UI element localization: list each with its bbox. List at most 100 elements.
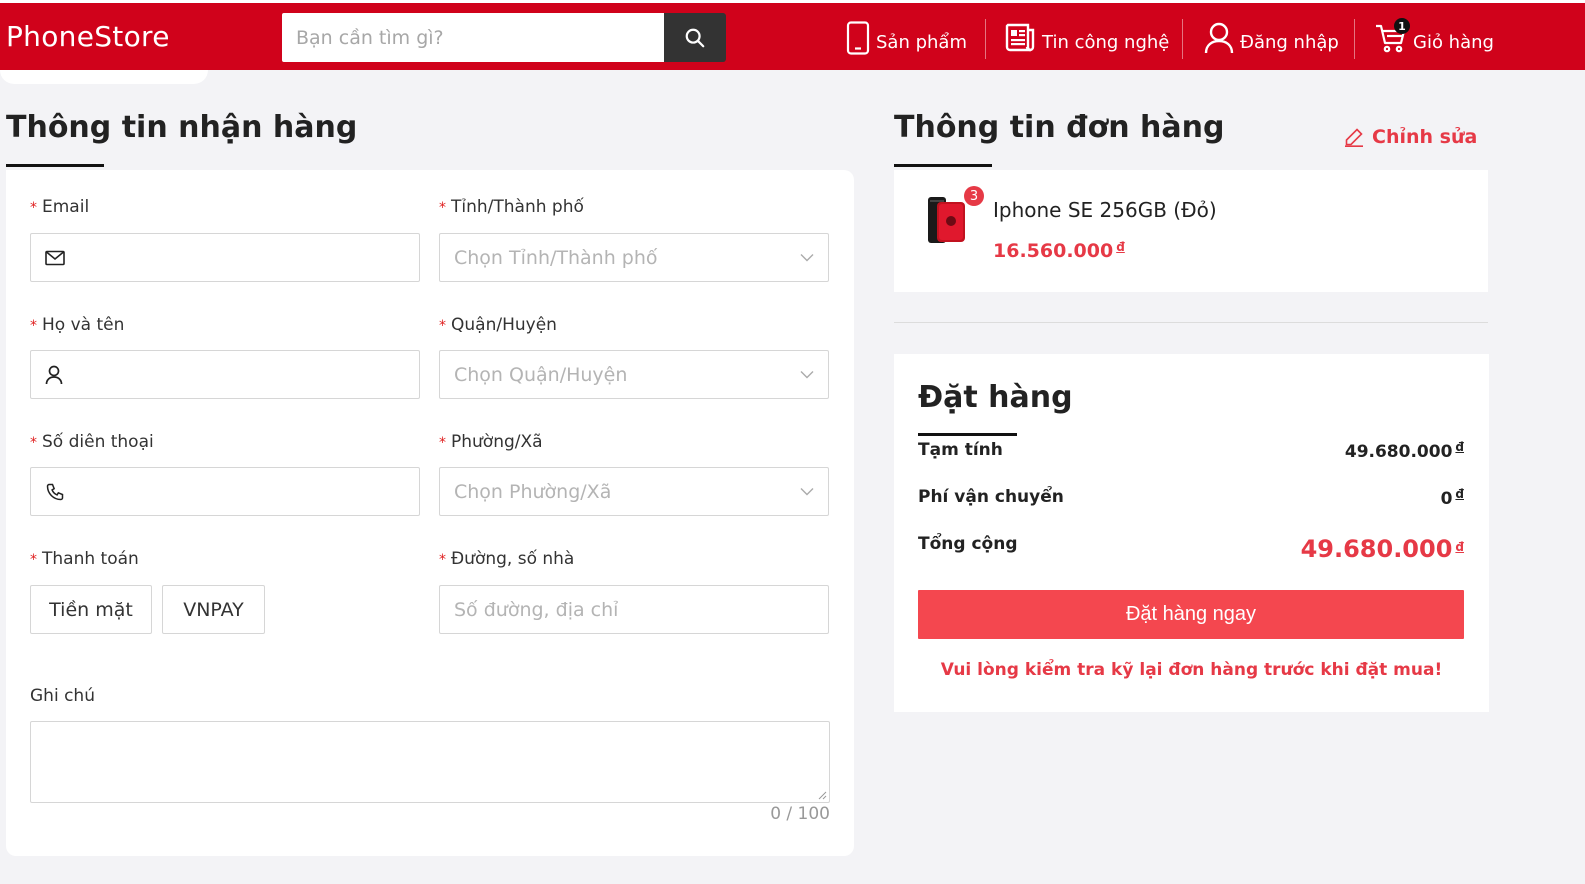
street-label: * Đường, số nhà: [439, 549, 574, 569]
nav-products[interactable]: Sản phẩm: [846, 17, 967, 59]
phone-icon: [846, 21, 870, 55]
district-select[interactable]: Chọn Quận/Huyện: [439, 350, 829, 399]
nav-tech-news[interactable]: Tin công nghệ: [1004, 17, 1169, 59]
phone-handset-icon: [46, 483, 64, 500]
province-select[interactable]: Chọn Tỉnh/Thành phố: [439, 233, 829, 282]
checkout-summary: Đặt hàng Tạm tính 49.680.000 đ Phí vận ch…: [894, 354, 1489, 712]
name-label-text: Họ và tên: [42, 315, 125, 335]
chevron-down-icon: [800, 488, 814, 496]
name-label: * Họ và tên: [30, 315, 124, 335]
currency-symbol: đ: [1455, 540, 1464, 554]
phone-field[interactable]: [30, 467, 420, 516]
checkout-title: Đặt hàng: [918, 380, 1073, 415]
currency-symbol: đ: [1116, 240, 1125, 254]
nav-cart-label: Giỏ hàng: [1413, 31, 1494, 53]
nav-login[interactable]: Đăng nhập: [1204, 17, 1339, 59]
nav-divider: [985, 19, 986, 59]
subtotal-amount: 49.680.000: [1344, 442, 1453, 462]
ward-select[interactable]: Chọn Phường/Xã: [439, 467, 829, 516]
search-input[interactable]: [282, 13, 664, 62]
mail-icon: [45, 250, 65, 265]
product-thumbnail[interactable]: [924, 194, 968, 246]
required-mark: *: [439, 200, 446, 216]
product-price-value: 16.560.000: [993, 240, 1114, 262]
currency-symbol: đ: [1455, 487, 1464, 501]
currency-symbol: đ: [1455, 440, 1464, 454]
title-underline: [918, 433, 1017, 436]
note-label: Ghi chú: [30, 686, 95, 706]
province-label: * Tỉnh/Thành phố: [439, 197, 584, 217]
title-underline: [894, 164, 992, 167]
ward-label-text: Phường/Xã: [451, 432, 543, 452]
cart-icon-wrap: 1: [1375, 18, 1410, 53]
phone-label-text: Số diên thoại: [42, 432, 154, 452]
ward-placeholder: Chọn Phường/Xã: [454, 480, 612, 503]
tab-stub: [0, 70, 208, 84]
required-mark: *: [30, 200, 37, 216]
province-label-text: Tỉnh/Thành phố: [451, 197, 584, 217]
required-mark: *: [439, 435, 446, 451]
nav-products-label: Sản phẩm: [876, 31, 967, 53]
payment-vnpay-button[interactable]: VNPAY: [162, 585, 265, 634]
divider: [894, 322, 1488, 323]
order-warning-text: Vui lòng kiểm tra kỹ lại đơn hàng trước …: [940, 660, 1443, 680]
required-mark: *: [30, 552, 37, 568]
total-value: 49.680.000 đ: [1301, 535, 1464, 563]
street-label-text: Đường, số nhà: [451, 549, 575, 569]
cart-count-badge: 1: [1394, 18, 1410, 34]
email-label-text: Email: [42, 197, 90, 217]
shipping-label: Phí vận chuyển: [918, 487, 1064, 507]
user-icon: [45, 365, 63, 384]
email-field[interactable]: [30, 233, 420, 282]
district-placeholder: Chọn Quận/Huyện: [454, 363, 628, 386]
cart-product-item: 3 Iphone SE 256GB (Đỏ) 16.560.000 đ: [894, 170, 1488, 292]
total-label: Tổng cộng: [918, 534, 1018, 554]
edit-label: Chỉnh sửa: [1372, 126, 1478, 148]
logo[interactable]: PhoneStore: [6, 20, 170, 53]
product-name[interactable]: Iphone SE 256GB (Đỏ): [993, 198, 1217, 222]
resize-handle-icon: [818, 791, 827, 800]
note-textarea[interactable]: [30, 721, 830, 803]
ward-label: * Phường/Xã: [439, 432, 543, 452]
search-bar: [282, 13, 726, 62]
district-label-text: Quận/Huyện: [451, 315, 557, 335]
required-mark: *: [30, 435, 37, 451]
title-underline: [6, 164, 104, 167]
nav-cart[interactable]: 1 Giỏ hàng: [1375, 17, 1494, 59]
delivery-form: * Email * Họ và tên * Số diên thoại * Thanh …: [6, 170, 854, 856]
nav-divider: [1182, 19, 1183, 59]
user-icon: [1204, 22, 1234, 54]
total-amount: 49.680.000: [1300, 535, 1453, 563]
nav-login-label: Đăng nhập: [1240, 31, 1339, 53]
province-placeholder: Chọn Tỉnh/Thành phố: [454, 246, 658, 269]
required-mark: *: [30, 318, 37, 334]
nav-divider: [1354, 19, 1355, 59]
order-info-title: Thông tin đơn hàng: [894, 110, 1225, 145]
chevron-down-icon: [800, 254, 814, 262]
shipping-value: 0đ: [1441, 487, 1464, 509]
street-placeholder: Số đường, địa chỉ: [454, 598, 619, 621]
news-icon: [1005, 23, 1035, 52]
product-price: 16.560.000 đ: [993, 240, 1125, 262]
street-field[interactable]: Số đường, địa chỉ: [439, 585, 829, 634]
note-char-counter: 0 / 100: [770, 804, 830, 824]
edit-order-link[interactable]: Chỉnh sửa: [1344, 126, 1477, 148]
nav-tech-news-label: Tin công nghệ: [1042, 31, 1170, 53]
top-header: PhoneStore Sản phẩm Tin công nghệ Đăng n…: [0, 0, 1585, 70]
place-order-button[interactable]: Đặt hàng ngay: [918, 590, 1464, 639]
chevron-down-icon: [800, 371, 814, 379]
payment-cash-button[interactable]: Tiền mặt: [30, 585, 152, 634]
shipping-amount: 0: [1440, 489, 1453, 509]
payment-label: * Thanh toán: [30, 549, 139, 569]
name-field[interactable]: [30, 350, 420, 399]
phone-label: * Số diên thoại: [30, 432, 154, 452]
subtotal-value: 49.680.000 đ: [1345, 440, 1464, 462]
delivery-info-title: Thông tin nhận hàng: [6, 110, 358, 145]
search-icon: [685, 28, 705, 47]
search-button[interactable]: [664, 13, 726, 62]
quantity-badge: 3: [964, 186, 984, 206]
district-label: * Quận/Huyện: [439, 315, 557, 335]
required-mark: *: [439, 552, 446, 568]
required-mark: *: [439, 318, 446, 334]
payment-label-text: Thanh toán: [42, 549, 139, 569]
